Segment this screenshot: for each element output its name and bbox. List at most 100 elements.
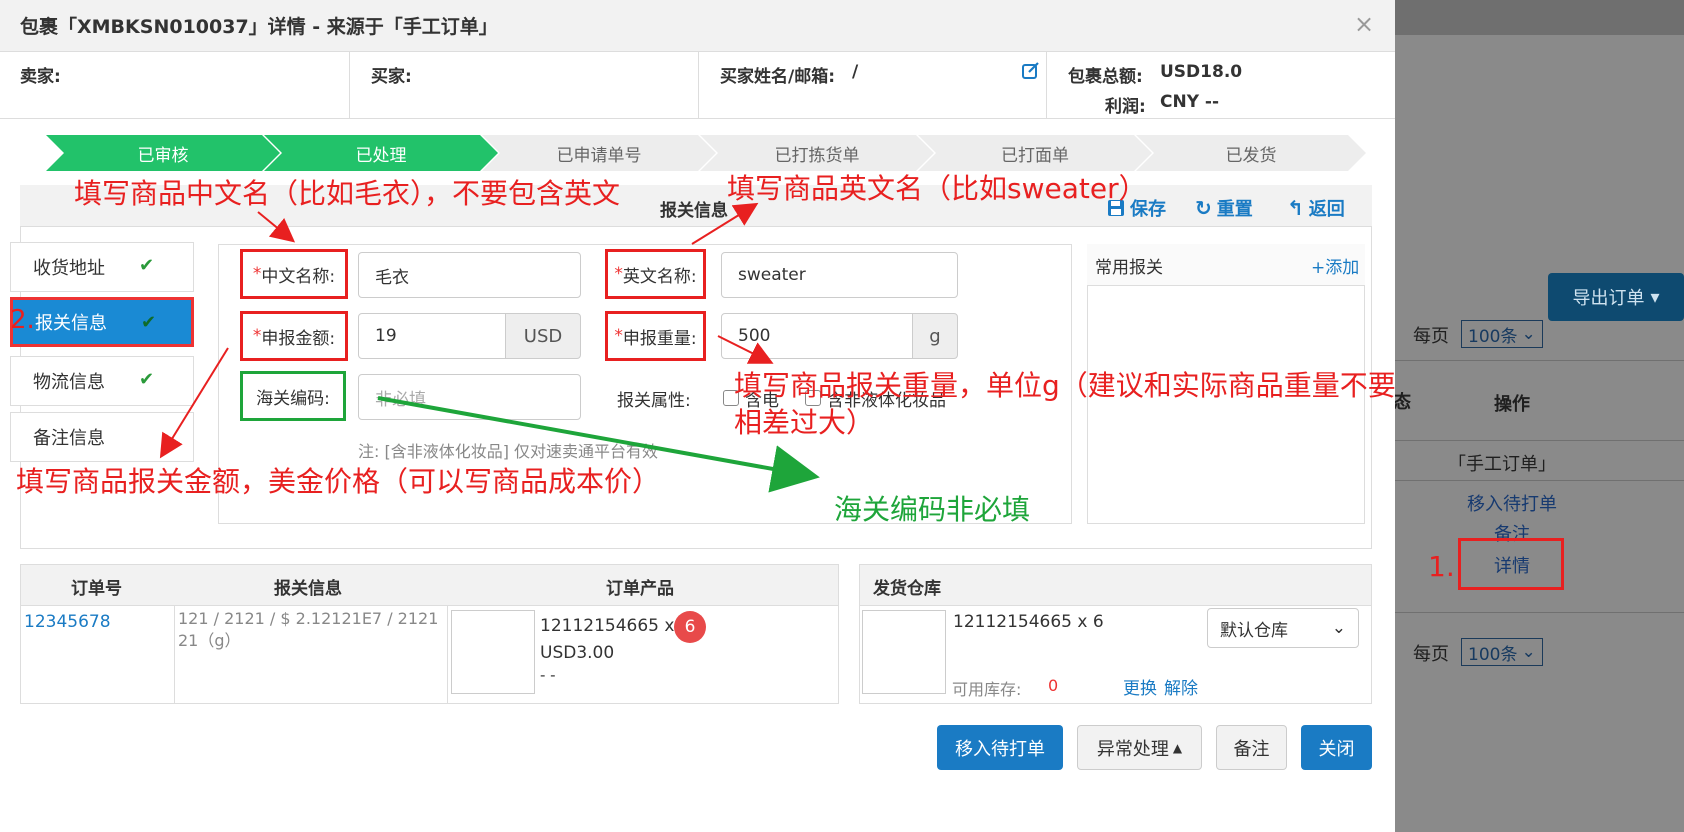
annotation-weight-2: 相差过大） bbox=[734, 406, 875, 439]
cn-name-input[interactable]: 毛衣 bbox=[358, 252, 581, 298]
weight-label: * 申报重量: bbox=[605, 311, 706, 361]
detail-highlight-box bbox=[1458, 538, 1564, 590]
per-page-label: 每页 bbox=[1413, 326, 1449, 347]
col-products: 订单产品 bbox=[606, 579, 674, 599]
tab-label: 物流信息 bbox=[33, 372, 105, 393]
exception-label: 异常处理 bbox=[1096, 738, 1169, 760]
product-extra: - - bbox=[540, 666, 556, 684]
customs-info-cell: 121 / 2121 / $ 2.12121E7 / 2121 21（g） bbox=[178, 609, 439, 650]
weight-label-text: 申报重量: bbox=[622, 328, 697, 349]
chevron-down-icon: ⌄ bbox=[1331, 618, 1346, 638]
warehouse-select-value: 默认仓库 bbox=[1220, 620, 1288, 641]
en-name-input[interactable]: sweater bbox=[721, 252, 958, 298]
close-icon[interactable]: × bbox=[1354, 10, 1374, 38]
tab-shipping-address[interactable]: 收货地址 ✔ bbox=[10, 242, 194, 292]
warehouse-item: 12112154665 x 6 bbox=[953, 612, 1104, 632]
profit-label: 利润: bbox=[1105, 97, 1146, 117]
required-mark: * bbox=[252, 326, 262, 346]
close-button[interactable]: 关闭 bbox=[1301, 725, 1372, 770]
step-processed: 已处理 bbox=[264, 135, 498, 171]
amount-label: * 申报金额: bbox=[240, 311, 348, 361]
stock-label: 可用库存: bbox=[952, 680, 1022, 699]
background-page bbox=[1395, 0, 1684, 832]
amount-label-text: 申报金额: bbox=[261, 328, 336, 349]
annotation-en-name: 填写商品英文名（比如sweater） bbox=[727, 172, 1147, 205]
annotation-weight-1: 填写商品报关重量，单位g（建议和实际商品重量不要 bbox=[734, 369, 1396, 402]
check-icon: ✔ bbox=[141, 312, 157, 333]
col-order-no: 订单号 bbox=[71, 579, 122, 599]
cn-name-label: * 中文名称: bbox=[240, 249, 348, 299]
annotation-amount: 填写商品报关金额，美金价格（可以写商品成本价） bbox=[16, 465, 661, 498]
warehouse-thumbnail bbox=[862, 610, 946, 694]
divider bbox=[1395, 360, 1684, 361]
warehouse-select[interactable]: 默认仓库 ⌄ bbox=[1207, 608, 1359, 648]
tab-customs-info[interactable]: 报关信息 ✔ bbox=[10, 297, 194, 347]
modal-title: 包裹「XMBKSN010037」详情 - 来源于「手工订单」 bbox=[20, 16, 498, 38]
per-page-value: 100条 bbox=[1468, 326, 1518, 347]
tab-label: 收货地址 bbox=[33, 258, 105, 279]
order-no-link[interactable]: 12345678 bbox=[24, 612, 111, 632]
background-header bbox=[1395, 0, 1684, 35]
annotation-step1: 1. bbox=[1428, 550, 1455, 583]
customs-panel-title: 报关信息 bbox=[660, 201, 728, 221]
chevron-down-icon: ⌄ bbox=[1521, 324, 1536, 344]
remark-button[interactable]: 备注 bbox=[1216, 725, 1287, 770]
tab-label: 备注信息 bbox=[33, 428, 105, 449]
col-customs-info: 报关信息 bbox=[274, 579, 342, 599]
per-page-select-2[interactable]: 100条 ⌄ bbox=[1461, 638, 1543, 666]
seller-label: 卖家: bbox=[20, 67, 61, 87]
caret-up-icon: ▲ bbox=[1172, 740, 1183, 755]
add-common-customs-link[interactable]: +添加 bbox=[1311, 253, 1359, 278]
move-to-print-button[interactable]: 移入待打单 bbox=[937, 725, 1063, 770]
quantity-badge: 6 bbox=[674, 611, 706, 643]
tab-remark-info[interactable]: 备注信息 bbox=[10, 412, 194, 462]
divider bbox=[1395, 440, 1684, 441]
swap-link[interactable]: 更换 bbox=[1123, 674, 1157, 699]
edit-icon[interactable] bbox=[1021, 61, 1041, 81]
move-to-print-link[interactable]: 移入待打单 bbox=[1467, 490, 1557, 516]
product-thumbnail bbox=[451, 610, 535, 694]
required-mark: * bbox=[614, 326, 623, 346]
back-label: 返回 bbox=[1308, 199, 1345, 220]
exception-button[interactable]: 异常处理 ▲ bbox=[1077, 725, 1202, 770]
cn-name-label-text: 中文名称: bbox=[261, 266, 336, 287]
step-tracking-applied: 已申请单号 bbox=[482, 135, 716, 171]
caret-down-icon: ▾ bbox=[1650, 286, 1660, 308]
annotation-hs-code: 海关编码非必填 bbox=[834, 493, 1031, 526]
product-sku: 12112154665 x bbox=[540, 616, 675, 636]
warehouse-title: 发货仓库 bbox=[873, 579, 941, 599]
product-price: USD3.00 bbox=[540, 643, 615, 663]
total-label: 包裹总额: bbox=[1068, 67, 1143, 87]
amount-unit: USD bbox=[505, 313, 581, 359]
per-page-select[interactable]: 100条 ⌄ bbox=[1461, 320, 1543, 348]
divider bbox=[174, 606, 175, 704]
weight-input[interactable]: 500 bbox=[721, 313, 913, 359]
export-order-button[interactable]: 导出订单 ▾ bbox=[1548, 273, 1684, 321]
hs-code-input[interactable]: 非必填 bbox=[358, 374, 581, 420]
per-page-label-2: 每页 bbox=[1413, 644, 1449, 665]
divider bbox=[1395, 612, 1684, 613]
chevron-down-icon: ⌄ bbox=[1521, 642, 1536, 662]
form-note: 注: [含非液体化妆品] 仅对速卖通平台有效 bbox=[358, 442, 659, 461]
common-customs-title: 常用报关 bbox=[1095, 258, 1163, 278]
check-icon: ✔ bbox=[139, 255, 155, 276]
required-mark: * bbox=[252, 264, 262, 284]
reply-arrow-icon: ↰ bbox=[1287, 196, 1304, 220]
reset-button[interactable]: ↻ 重置 bbox=[1195, 195, 1253, 221]
step-shipped: 已发货 bbox=[1136, 135, 1366, 171]
tab-logistics-info[interactable]: 物流信息 ✔ bbox=[10, 356, 194, 406]
export-order-label: 导出订单 bbox=[1572, 288, 1645, 309]
annotation-step2: 2. bbox=[10, 305, 35, 335]
tab-label: 报关信息 bbox=[35, 313, 107, 334]
weight-unit: g bbox=[912, 313, 958, 359]
step-label-printed: 已打面单 bbox=[918, 135, 1152, 171]
step-picklist-printed: 已打拣货单 bbox=[700, 135, 934, 171]
total-value: USD18.0 bbox=[1160, 62, 1243, 82]
annotation-cn-name: 填写商品中文名（比如毛衣），不要包含英文 bbox=[74, 177, 621, 210]
divider bbox=[447, 606, 448, 704]
release-link[interactable]: 解除 bbox=[1164, 674, 1198, 699]
back-button[interactable]: ↰ 返回 bbox=[1287, 195, 1345, 221]
en-name-label: * 英文名称: bbox=[605, 249, 706, 299]
amount-input[interactable]: 19 bbox=[358, 313, 506, 359]
divider bbox=[1395, 480, 1684, 481]
